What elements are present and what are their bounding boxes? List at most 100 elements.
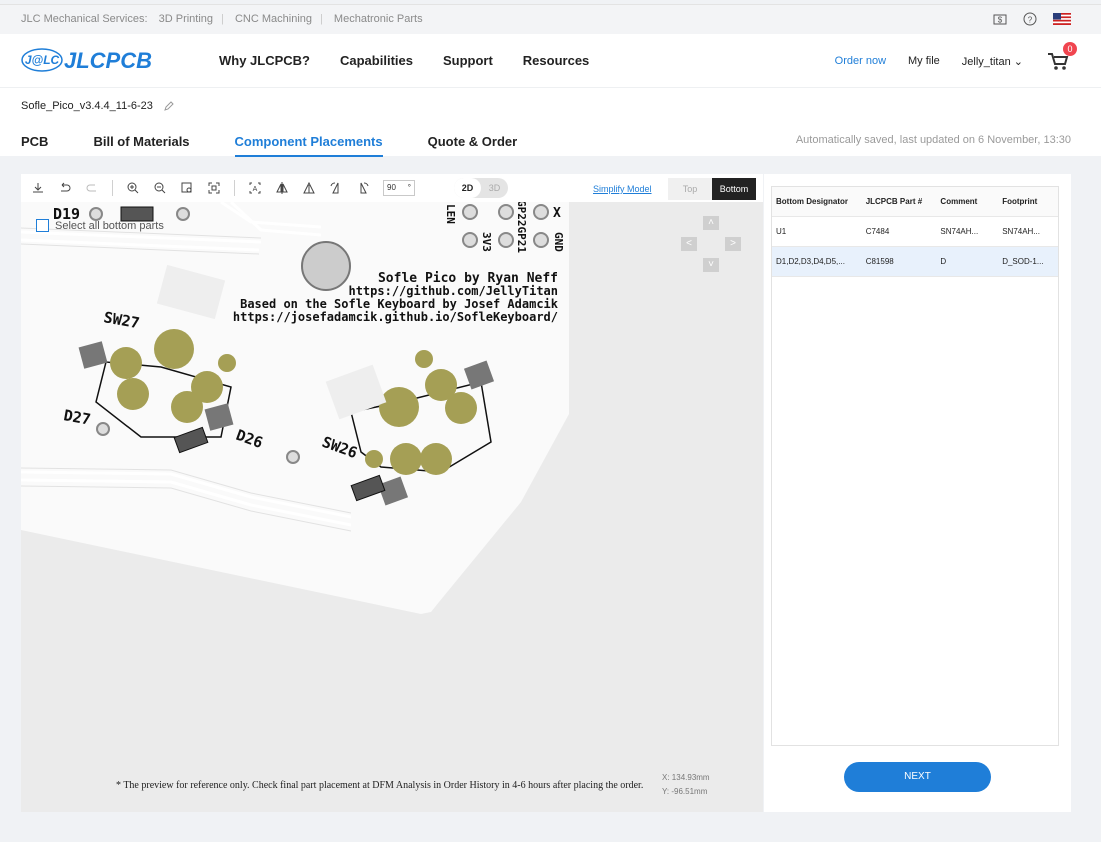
nav-capabilities[interactable]: Capabilities	[340, 53, 413, 68]
silk-based-on: Based on the Sofle Keyboard by Josef Ada…	[240, 297, 559, 311]
link-3d-printing[interactable]: 3D Printing	[159, 13, 213, 25]
table-header: Bottom Designator JLCPCB Part # Comment …	[772, 187, 1058, 217]
tab-bill-of-materials[interactable]: Bill of Materials	[93, 134, 189, 157]
download-icon[interactable]	[31, 181, 45, 195]
currency-icon[interactable]: $	[993, 12, 1007, 26]
pan-down-button[interactable]: ˅	[703, 258, 719, 272]
step-tabs: PCB Bill of Materials Component Placemen…	[21, 134, 562, 157]
select-all-checkbox[interactable]	[36, 219, 49, 232]
edit-icon[interactable]	[163, 100, 174, 112]
cell-footprint: SN74AH...	[1002, 227, 1040, 236]
nav-resources[interactable]: Resources	[523, 53, 589, 68]
us-flag-icon[interactable]	[1053, 13, 1071, 25]
pan-left-button[interactable]: ˂	[681, 237, 697, 251]
zoom-in-icon[interactable]	[126, 181, 140, 195]
logo-text: JLCPCB	[64, 48, 152, 73]
simplify-model-link[interactable]: Simplify Model	[593, 184, 652, 194]
chevron-down-icon: ⌄	[1013, 55, 1023, 68]
zoom-out-icon[interactable]	[153, 181, 167, 195]
autosave-status: Automatically saved, last updated on 6 N…	[795, 134, 1071, 146]
cursor-coordinates: X: 134.93mm Y: -96.51mm	[662, 771, 710, 799]
col-comment: Comment	[940, 197, 978, 206]
my-file-link[interactable]: My file	[908, 55, 940, 67]
side-bottom-button[interactable]: Bottom	[712, 178, 756, 200]
view-mode-toggle: 2D 3D	[454, 178, 508, 198]
y-label: Y:	[662, 787, 670, 796]
col-footprint: Footprint	[1002, 197, 1038, 206]
x-label: X:	[662, 773, 670, 782]
board-side-toggle: Top Bottom	[668, 178, 756, 200]
viewer-toolbar: A 90 °	[21, 174, 763, 202]
cell-designator: D1,D2,D3,D4,D5,...	[776, 257, 845, 266]
placement-table: Bottom Designator JLCPCB Part # Comment …	[771, 186, 1059, 746]
cart-button[interactable]: 0	[1045, 42, 1077, 74]
mounting-hole	[301, 241, 351, 291]
select-all-label: Select all bottom parts	[55, 219, 164, 232]
rotate-right-icon[interactable]	[356, 181, 370, 195]
undo-icon[interactable]	[58, 181, 72, 195]
pcb-canvas[interactable]: Sofle Pico by Ryan Neff https://github.c…	[21, 202, 763, 812]
col-bottom-designator: Bottom Designator	[776, 197, 848, 206]
silk-url: https://josefadamcik.github.io/SofleKeyb…	[233, 310, 558, 324]
tab-pcb[interactable]: PCB	[21, 134, 48, 157]
side-top-button[interactable]: Top	[668, 178, 712, 200]
cell-comment: SN74AH...	[940, 227, 979, 236]
pan-right-button[interactable]: ˃	[725, 237, 741, 251]
mode-3d-button[interactable]: 3D	[481, 178, 508, 198]
svg-text:?: ?	[1028, 16, 1033, 25]
project-header: Sofle_Pico_v3.4.4_11-6-23 PCB Bill of Ma…	[0, 88, 1101, 157]
flip-horizontal-icon[interactable]	[275, 181, 289, 195]
main-header: J@LC JLCPCB Why JLCPCB? Capabilities Sup…	[0, 34, 1101, 88]
link-mechatronic-parts[interactable]: Mechatronic Parts	[334, 13, 423, 25]
username: Jelly_titan	[961, 55, 1011, 68]
pcb-viewer[interactable]: A 90 ° 2D 3D Simplify Model Top Bottom S…	[21, 174, 763, 812]
rotate-left-icon[interactable]	[329, 181, 343, 195]
align-icon[interactable]: A	[248, 181, 262, 195]
jlcpcb-logo[interactable]: J@LC JLCPCB	[20, 44, 170, 76]
next-button[interactable]: NEXT	[844, 762, 991, 792]
cell-designator: U1	[776, 227, 787, 236]
table-row[interactable]: U1 C7484 SN74AH... SN74AH...	[772, 217, 1058, 247]
svg-text:A: A	[253, 186, 258, 193]
help-icon[interactable]: ?	[1023, 12, 1037, 26]
svg-text:$: $	[998, 16, 1003, 25]
silk-github: https://github.com/JellyTitan	[348, 284, 558, 298]
silk-gnd: GND	[552, 232, 565, 252]
nav-why-jlcpcb[interactable]: Why JLCPCB?	[219, 53, 310, 68]
flip-vertical-icon[interactable]	[302, 181, 316, 195]
nav-support[interactable]: Support	[443, 53, 493, 68]
mode-2d-button[interactable]: 2D	[454, 178, 481, 198]
tab-component-placements[interactable]: Component Placements	[234, 134, 383, 157]
cell-footprint: D_SOD-1...	[1002, 257, 1044, 266]
cell-part: C7484	[865, 227, 890, 236]
y-coordinate: -96.51mm	[671, 787, 708, 796]
main-nav: Why JLCPCB? Capabilities Support Resourc…	[219, 53, 589, 68]
placement-panel: Bottom Designator JLCPCB Part # Comment …	[764, 174, 1071, 812]
rotation-unit: °	[407, 183, 411, 192]
cell-part: C81598	[865, 257, 894, 266]
fit-view-icon[interactable]	[207, 181, 221, 195]
rotation-value: 90	[387, 183, 396, 192]
pan-up-button[interactable]: ˄	[703, 216, 719, 230]
table-row[interactable]: D1,D2,D3,D4,D5,... C81598 D D_SOD-1...	[772, 247, 1058, 277]
silk-len: LEN	[444, 204, 457, 224]
cart-count-badge: 0	[1063, 42, 1077, 56]
tab-quote-order[interactable]: Quote & Order	[428, 134, 518, 157]
x-coordinate: 134.93mm	[671, 773, 710, 782]
services-prefix: JLC Mechanical Services:	[21, 13, 148, 25]
order-now-link[interactable]: Order now	[835, 55, 886, 67]
link-cnc-machining[interactable]: CNC Machining	[235, 13, 312, 25]
preview-disclaimer: * The preview for reference only. Check …	[116, 780, 644, 791]
user-menu[interactable]: Jelly_titan ⌄	[962, 55, 1023, 68]
silk-gp22gp21: GP22GP21	[515, 202, 528, 253]
pan-control: ˄ ˂ ˃ ˅	[681, 216, 741, 276]
rotation-input[interactable]: 90 °	[383, 180, 415, 196]
project-filename: Sofle_Pico_v3.4.4_11-6-23	[21, 100, 153, 112]
select-all-bottom[interactable]: Select all bottom parts	[36, 219, 164, 232]
zoom-area-icon[interactable]	[180, 181, 194, 195]
silk-x: X	[553, 206, 561, 221]
col-jlcpcb-part: JLCPCB Part #	[865, 197, 923, 206]
logo-mark: J@LC	[25, 53, 60, 67]
silk-3v3: 3V3	[480, 232, 493, 252]
redo-icon[interactable]	[85, 181, 99, 195]
